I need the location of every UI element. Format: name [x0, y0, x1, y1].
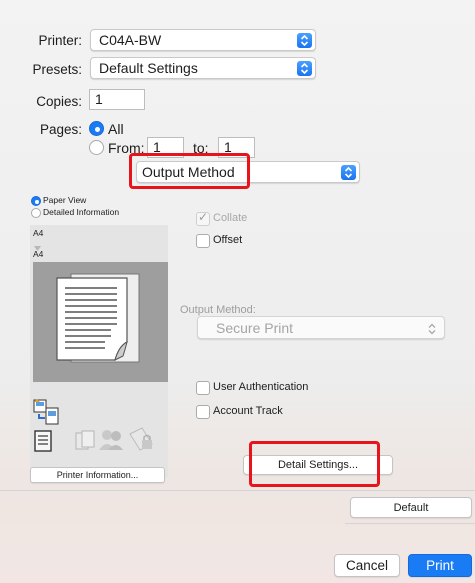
pages-from-label: From: [108, 140, 145, 156]
offset-checkbox[interactable] [196, 234, 210, 248]
detailed-info-label: Detailed Information [43, 207, 120, 217]
popup-arrows-icon [297, 61, 312, 76]
presets-select[interactable]: Default Settings [90, 57, 316, 79]
popup-arrows-icon [428, 322, 436, 338]
paper-size-bottom: A4 [33, 249, 44, 259]
section-select-value: Output Method [142, 164, 235, 180]
default-button[interactable]: Default [350, 497, 472, 518]
pages-all-label: All [108, 121, 124, 137]
lock-document-faded-icon [126, 426, 156, 455]
checkmark-icon: ✓ [198, 210, 209, 224]
print-button[interactable]: Print [408, 554, 472, 577]
account-track-checkbox[interactable] [196, 405, 210, 419]
paper-size-top: A4 [33, 228, 44, 238]
presets-label: Presets: [32, 62, 82, 77]
popup-arrows-icon [297, 33, 312, 48]
paper-view-label: Paper View [43, 195, 87, 205]
output-method-label: Output Method: [180, 304, 256, 316]
copies-field[interactable]: 1 [89, 89, 145, 110]
account-track-label: Account Track [213, 405, 283, 417]
section-select[interactable]: Output Method [136, 161, 360, 183]
popup-arrows-icon [341, 165, 356, 180]
pages-faded-icon [75, 430, 97, 453]
users-faded-icon [98, 428, 124, 455]
collate-label: Collate [213, 212, 248, 224]
output-method-select-value: Secure Print [216, 319, 294, 336]
document-icon [34, 430, 52, 455]
detail-settings-button[interactable]: Detail Settings... [243, 455, 393, 475]
pages-from-field[interactable]: 1 [147, 137, 184, 158]
printer-label: Printer: [38, 33, 82, 48]
offset-label: Offset [213, 234, 243, 246]
pages-all-radio[interactable] [89, 121, 104, 136]
user-authentication-checkbox[interactable] [196, 381, 210, 395]
copies-label: Copies: [36, 94, 82, 109]
cancel-button[interactable]: Cancel [334, 554, 400, 577]
pages-to-field[interactable]: 1 [218, 137, 255, 158]
transfer-icon [33, 398, 59, 429]
separator-line [0, 490, 475, 491]
output-method-select[interactable]: Secure Print [197, 316, 445, 339]
collate-checkbox[interactable]: ✓ [196, 210, 210, 226]
printer-select[interactable]: C04A-BW [90, 29, 316, 51]
printer-select-value: C04A-BW [99, 32, 162, 48]
presets-select-value: Default Settings [99, 60, 198, 76]
detailed-info-radio[interactable] [31, 208, 41, 218]
pages-label: Pages: [39, 122, 82, 137]
pages-to-label: to: [193, 140, 209, 156]
separator-line-short [345, 523, 475, 524]
user-authentication-label: User Authentication [213, 381, 309, 393]
pages-from-radio[interactable] [89, 140, 104, 155]
printer-information-button[interactable]: Printer Information... [30, 467, 165, 483]
paper-view-radio[interactable] [31, 196, 41, 206]
document-preview-icon [53, 270, 143, 369]
